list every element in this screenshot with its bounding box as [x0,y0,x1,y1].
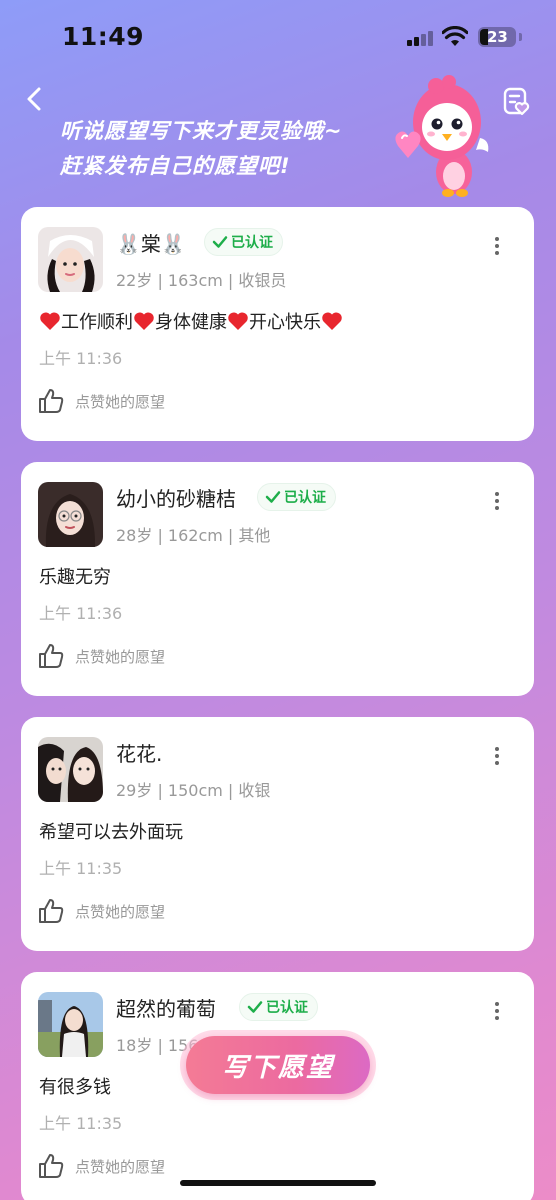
check-icon [265,491,281,503]
like-label: 点赞她的愿望 [75,647,166,666]
banner-text: 听说愿望写下来才更灵验哦~ 赶紧发布自己的愿望吧! [60,114,343,184]
verified-badge: 已认证 [239,993,318,1021]
timestamp: 上午 11:35 [39,1114,123,1133]
more-options-button[interactable] [487,489,507,513]
verified-label: 已认证 [231,235,273,251]
user-meta: 22岁 | 163cm | 收银员 [116,271,287,290]
status-bar: 11:49 23 [0,0,556,70]
like-button[interactable]: 点赞她的愿望 [37,1152,165,1180]
avatar[interactable] [38,482,103,547]
more-options-button[interactable] [487,744,507,768]
user-meta: 28岁 | 162cm | 其他 [116,526,271,545]
avatar[interactable] [38,227,103,292]
cellular-signal-icon [407,30,435,46]
wish-text: 有很多钱 [39,1077,111,1098]
check-icon [212,236,228,248]
wish-card[interactable]: 幼小的砂糖桔 已认证 28岁 | 162cm | 其他 乐趣无穷 上午 11:3… [21,462,534,696]
back-button[interactable] [20,84,50,114]
thumbs-up-icon [39,1154,64,1178]
user-name: 幼小的砂糖桔 [116,487,236,511]
check-icon [247,1001,263,1013]
verified-label: 已认证 [284,490,326,506]
thumbs-up-icon [39,644,64,668]
timestamp: 上午 11:36 [39,349,123,368]
heart-icon [228,312,248,330]
timestamp: 上午 11:35 [39,859,123,878]
verified-badge: 已认证 [204,228,283,256]
banner-line-2: 赶紧发布自己的愿望吧! [60,154,291,178]
user-name: 🐰棠🐰 [116,232,186,256]
thumbs-up-icon [39,389,64,413]
wish-card[interactable]: 🐰棠🐰 已认证 22岁 | 163cm | 收银员 工作顺利 身体健康 开心快乐 上… [21,207,534,441]
more-options-button[interactable] [487,234,507,258]
wifi-icon [442,26,468,46]
wish-text: 希望可以去外面玩 [39,822,183,843]
avatar[interactable] [38,737,103,802]
wish-segment: 身体健康 [155,312,227,333]
heart-icon [134,312,154,330]
like-label: 点赞她的愿望 [75,1157,166,1176]
wish-card[interactable]: 花花. 29岁 | 150cm | 收银 希望可以去外面玩 上午 11:35 点… [21,717,534,951]
like-button[interactable]: 点赞她的愿望 [37,387,165,415]
like-label: 点赞她的愿望 [75,902,166,921]
timestamp: 上午 11:36 [39,604,123,623]
user-name: 花花. [116,742,163,766]
home-indicator[interactable] [180,1180,376,1186]
write-wish-button[interactable]: 写下愿望 [186,1036,370,1094]
verified-badge: 已认证 [257,483,336,511]
wish-segment: 工作顺利 [61,312,133,333]
mascot-illustration [395,75,489,197]
user-meta: 29岁 | 150cm | 收银 [116,781,271,800]
verified-label: 已认证 [266,1000,308,1016]
wish-text: 乐趣无穷 [39,567,111,588]
battery-level: 23 [487,28,508,46]
battery-icon: 23 [478,27,516,47]
heart-icon [40,312,60,330]
banner-line-1: 听说愿望写下来才更灵验哦~ [60,119,343,143]
wish-segment: 开心快乐 [249,312,321,333]
status-time: 11:49 [62,22,145,51]
more-options-button[interactable] [487,999,507,1023]
write-wish-button-wrap: 写下愿望 [180,1030,376,1100]
my-wishes-icon[interactable] [500,84,534,118]
like-label: 点赞她的愿望 [75,392,166,411]
thumbs-up-icon [39,899,64,923]
heart-icon [322,312,342,330]
like-button[interactable]: 点赞她的愿望 [37,642,165,670]
wish-text: 工作顺利 身体健康 开心快乐 [39,308,343,334]
like-button[interactable]: 点赞她的愿望 [37,897,165,925]
avatar[interactable] [38,992,103,1057]
user-name: 超然的葡萄 [116,997,216,1021]
